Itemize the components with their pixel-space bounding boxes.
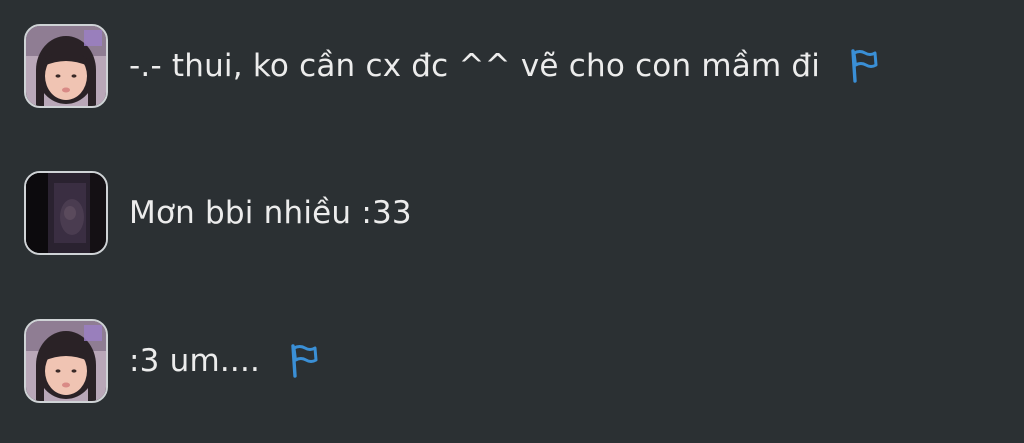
chat-message: Mơn bbi nhiều :33 bbox=[24, 169, 412, 257]
message-text: -.- thui, ko cần cx đc ^^ vẽ cho con mầm… bbox=[129, 47, 821, 84]
user-avatar[interactable] bbox=[24, 171, 108, 255]
girl-portrait-avatar-image bbox=[26, 321, 106, 401]
flag-icon[interactable] bbox=[286, 342, 320, 380]
chat-message-list: -.- thui, ko cần cx đc ^^ vẽ cho con mầm… bbox=[0, 0, 1024, 443]
girl-portrait-avatar-image bbox=[26, 26, 106, 106]
message-text: Mơn bbi nhiều :33 bbox=[129, 194, 412, 231]
user-avatar[interactable] bbox=[24, 319, 108, 403]
chat-message: -.- thui, ko cần cx đc ^^ vẽ cho con mầm… bbox=[24, 22, 880, 110]
message-text: :3 um.... bbox=[129, 342, 261, 379]
user-avatar[interactable] bbox=[24, 24, 108, 108]
chat-message: :3 um.... bbox=[24, 317, 320, 405]
dark-room-avatar-image bbox=[26, 173, 106, 253]
flag-icon[interactable] bbox=[846, 47, 880, 85]
